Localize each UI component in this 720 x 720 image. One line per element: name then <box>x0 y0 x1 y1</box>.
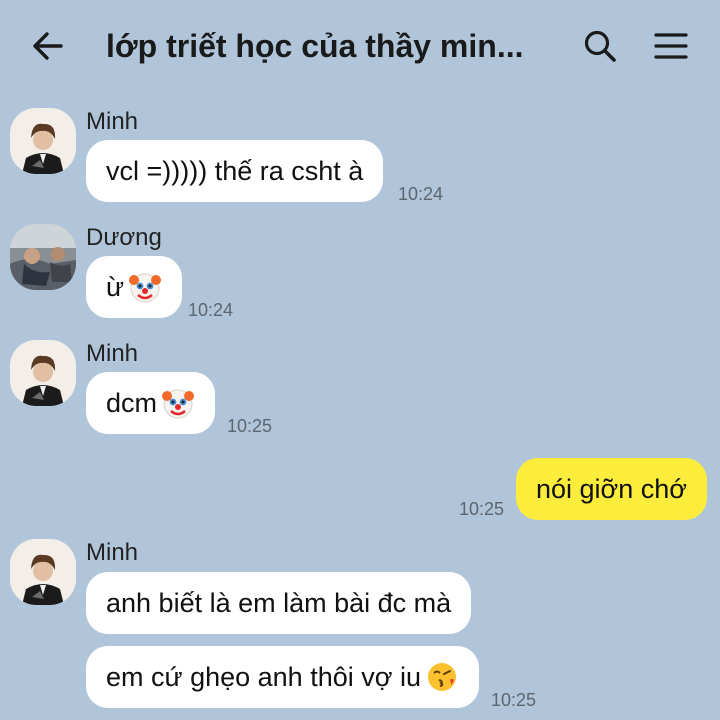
message-bubble[interactable]: ừ <box>86 256 183 318</box>
avatar-minh[interactable] <box>10 539 76 605</box>
back-button[interactable] <box>28 26 68 66</box>
menu-icon <box>654 33 688 59</box>
sender-name: Minh <box>86 108 139 135</box>
sender-name: Minh <box>86 340 139 367</box>
search-icon <box>584 30 616 62</box>
message-bubble[interactable]: em cứ ghẹo anh thôi vợ iu <box>86 646 479 708</box>
message-bubble[interactable]: vcl =))))) thế ra csht à <box>86 140 384 202</box>
message-time: 10:25 <box>491 690 537 710</box>
avatar-duong-image <box>10 224 76 290</box>
sender-name: Dương <box>86 224 162 251</box>
sender-name: Minh <box>86 539 139 566</box>
avatar-minh-image <box>10 108 76 174</box>
clown-face-icon <box>128 270 162 304</box>
search-button[interactable] <box>580 26 620 66</box>
avatar-minh-image <box>10 340 76 406</box>
arrow-left-icon <box>33 32 63 60</box>
chat-header: lớp triết học của thầy min... <box>0 0 720 92</box>
chat-title[interactable]: lớp triết học của thầy min... <box>106 26 546 66</box>
avatar-minh[interactable] <box>10 340 76 406</box>
message-time: 10:24 <box>398 184 444 204</box>
message-text: vcl =))))) thế ra csht à <box>106 156 364 186</box>
message-text: em cứ ghẹo anh thôi vợ iu <box>106 662 421 692</box>
avatar-minh[interactable] <box>10 108 76 174</box>
avatar-minh-image <box>10 539 76 605</box>
message-time: 10:24 <box>188 300 234 320</box>
message-text: nói giỡn chớ <box>536 474 687 504</box>
message-bubble[interactable]: anh biết là em làm bài đc mà <box>86 572 472 634</box>
menu-button[interactable] <box>650 26 692 66</box>
avatar-duong[interactable] <box>10 224 76 290</box>
message-text: anh biết là em làm bài đc mà <box>106 588 452 618</box>
message-text: ừ <box>106 272 125 302</box>
outgoing-message-bubble[interactable]: nói giỡn chớ <box>516 458 707 520</box>
clown-face-icon <box>161 386 195 420</box>
message-text: dcm <box>106 388 158 418</box>
message-time: 10:25 <box>227 416 273 436</box>
message-bubble[interactable]: dcm <box>86 372 216 434</box>
message-time: 10:25 <box>459 499 505 519</box>
face-blowing-kiss-icon <box>425 660 459 694</box>
